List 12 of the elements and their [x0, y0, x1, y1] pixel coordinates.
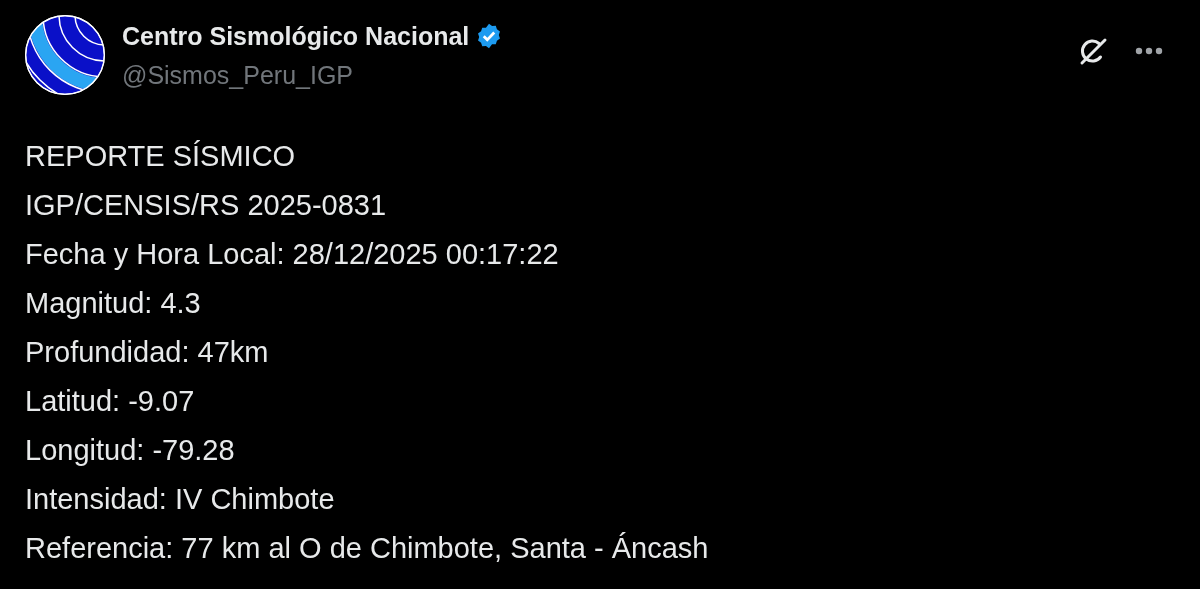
post-text-line: Fecha y Hora Local: 28/12/2025 00:17:22 — [25, 237, 559, 272]
post-text-line: Longitud: -79.28 — [25, 433, 235, 468]
post-text-line: Intensidad: IV Chimbote — [25, 482, 335, 517]
more-options-icon[interactable] — [1135, 47, 1163, 55]
author-handle[interactable]: @Sismos_Peru_IGP — [122, 60, 1060, 90]
post-text-line: IGP/CENSIS/RS 2025-0831 — [25, 188, 387, 223]
post-text-line: Referencia: 77 km al O de Chimbote, Santa - Áncash — [25, 531, 709, 566]
post-text-line: Profundidad: 47km — [25, 335, 269, 370]
post-text-line: REPORTE SÍSMICO — [25, 139, 296, 174]
post-text-line: Magnitud: 4.3 — [25, 286, 201, 321]
post-text-line: Latitud: -9.07 — [25, 384, 195, 419]
author-name[interactable]: Centro Sismológico Nacional — [122, 21, 470, 51]
